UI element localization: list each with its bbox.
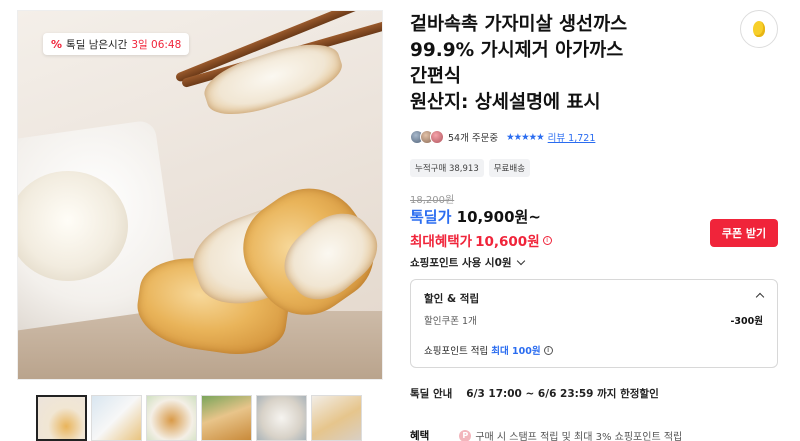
points-earn-max: 최대 100원 bbox=[491, 346, 541, 357]
shopping-points-earn-row: 쇼핑포인트 적립 최대 100원 i bbox=[424, 343, 553, 357]
star-rating-icon: ★★★★★ bbox=[506, 131, 545, 143]
thumbnail[interactable] bbox=[311, 395, 362, 441]
benefit-text: 구매 시 스탬프 적립 및 최대 3% 쇼핑포인트 적립 bbox=[475, 432, 683, 441]
thumbnail-strip bbox=[36, 395, 362, 441]
deal-price-row: 톡딜가 10,900원~ bbox=[410, 206, 541, 227]
info-icon[interactable]: i bbox=[543, 345, 553, 355]
discount-panel: 할인 & 적립 할인쿠폰 1개 -300원 쇼핑포인트 적립 최대 100원 i bbox=[410, 279, 778, 368]
free-shipping-chip: 무료배송 bbox=[488, 159, 531, 177]
chevron-up-icon[interactable] bbox=[755, 292, 765, 302]
shopping-points-toggle[interactable]: 쇼핑포인트 사용 시0원 bbox=[410, 255, 525, 270]
cumulative-purchase-chip: 누적구매 38,913 bbox=[410, 159, 484, 177]
deal-notice-label: 톡딜 안내 bbox=[410, 388, 453, 400]
max-benefit-value: 10,600원 bbox=[475, 234, 540, 250]
orders-in-progress: 54개 주문중 bbox=[448, 133, 499, 144]
thumbnail[interactable] bbox=[91, 395, 142, 441]
benefit-description: P 구매 시 스탬프 적립 및 최대 3% 쇼핑포인트 적립 bbox=[459, 428, 682, 441]
chevron-down-icon bbox=[516, 256, 525, 265]
info-chips: 누적구매 38,913 무료배송 bbox=[410, 159, 531, 177]
buyer-avatars bbox=[410, 130, 444, 144]
deal-timer-value: 3일 06:48 bbox=[131, 38, 182, 51]
original-price: 18,200원 bbox=[410, 195, 455, 206]
benefit-label: 혜택 bbox=[410, 430, 430, 441]
product-title-line: 간편식 bbox=[410, 66, 462, 87]
thumbnail[interactable] bbox=[201, 395, 252, 441]
max-benefit-price-row: 최대혜택가 10,600원 i bbox=[410, 230, 552, 250]
rating-row: 54개 주문중 ★★★★★ 리뷰 1,721 bbox=[410, 130, 595, 144]
product-title-line: 99.9% 가시제거 아가까스 bbox=[410, 40, 624, 61]
discount-panel-title: 할인 & 적립 bbox=[424, 293, 480, 305]
deal-notice-row: 톡딜 안내 6/3 17:00 ~ 6/6 23:59 까지 한정할인 bbox=[410, 386, 659, 401]
fish-cutlet-lifted bbox=[198, 32, 348, 126]
percent-tag-icon: % bbox=[51, 37, 63, 51]
shopping-points-label: 쇼핑포인트 사용 시0원 bbox=[410, 257, 512, 269]
avatar bbox=[430, 130, 444, 144]
max-benefit-label: 최대혜택가 bbox=[410, 234, 473, 250]
benefit-row: 혜택 P 구매 시 스탬프 적립 및 최대 3% 쇼핑포인트 적립 bbox=[410, 428, 682, 441]
product-main-image[interactable]: % 톡딜 남은시간 3일 06:48 bbox=[17, 10, 383, 380]
thumbnail[interactable] bbox=[256, 395, 307, 441]
deal-timer-label: 톡딜 남은시간 bbox=[66, 38, 128, 51]
product-title-line: 겉바속촉 가자미살 생선까스 bbox=[410, 14, 628, 35]
points-icon: P bbox=[459, 429, 472, 441]
deal-notice-period: 6/3 17:00 ~ 6/6 23:59 까지 한정할인 bbox=[466, 388, 659, 400]
coupon-discount-label: 할인쿠폰 1개 bbox=[424, 316, 477, 327]
deal-price-value: 10,900원~ bbox=[456, 208, 541, 226]
coupon-discount-value: -300원 bbox=[730, 316, 763, 327]
thumbnail[interactable] bbox=[146, 395, 197, 441]
deal-timer-badge: % 톡딜 남은시간 3일 06:48 bbox=[43, 33, 190, 55]
product-title-line: 원산지: 상세설명에 표시 bbox=[410, 92, 601, 113]
deal-price-label: 톡딜가 bbox=[410, 208, 452, 226]
egg-icon bbox=[753, 21, 765, 37]
get-coupon-button[interactable]: 쿠폰 받기 bbox=[710, 219, 778, 247]
wishlist-button[interactable] bbox=[740, 10, 778, 48]
points-earn-label: 쇼핑포인트 적립 bbox=[424, 346, 489, 357]
info-icon[interactable]: i bbox=[542, 235, 552, 245]
review-link[interactable]: 리뷰 1,721 bbox=[548, 130, 596, 144]
thumbnail[interactable] bbox=[36, 395, 87, 441]
product-title: 겉바속촉 가자미살 생선까스 99.9% 가시제거 아가까스 간편식 원산지: … bbox=[410, 12, 730, 116]
